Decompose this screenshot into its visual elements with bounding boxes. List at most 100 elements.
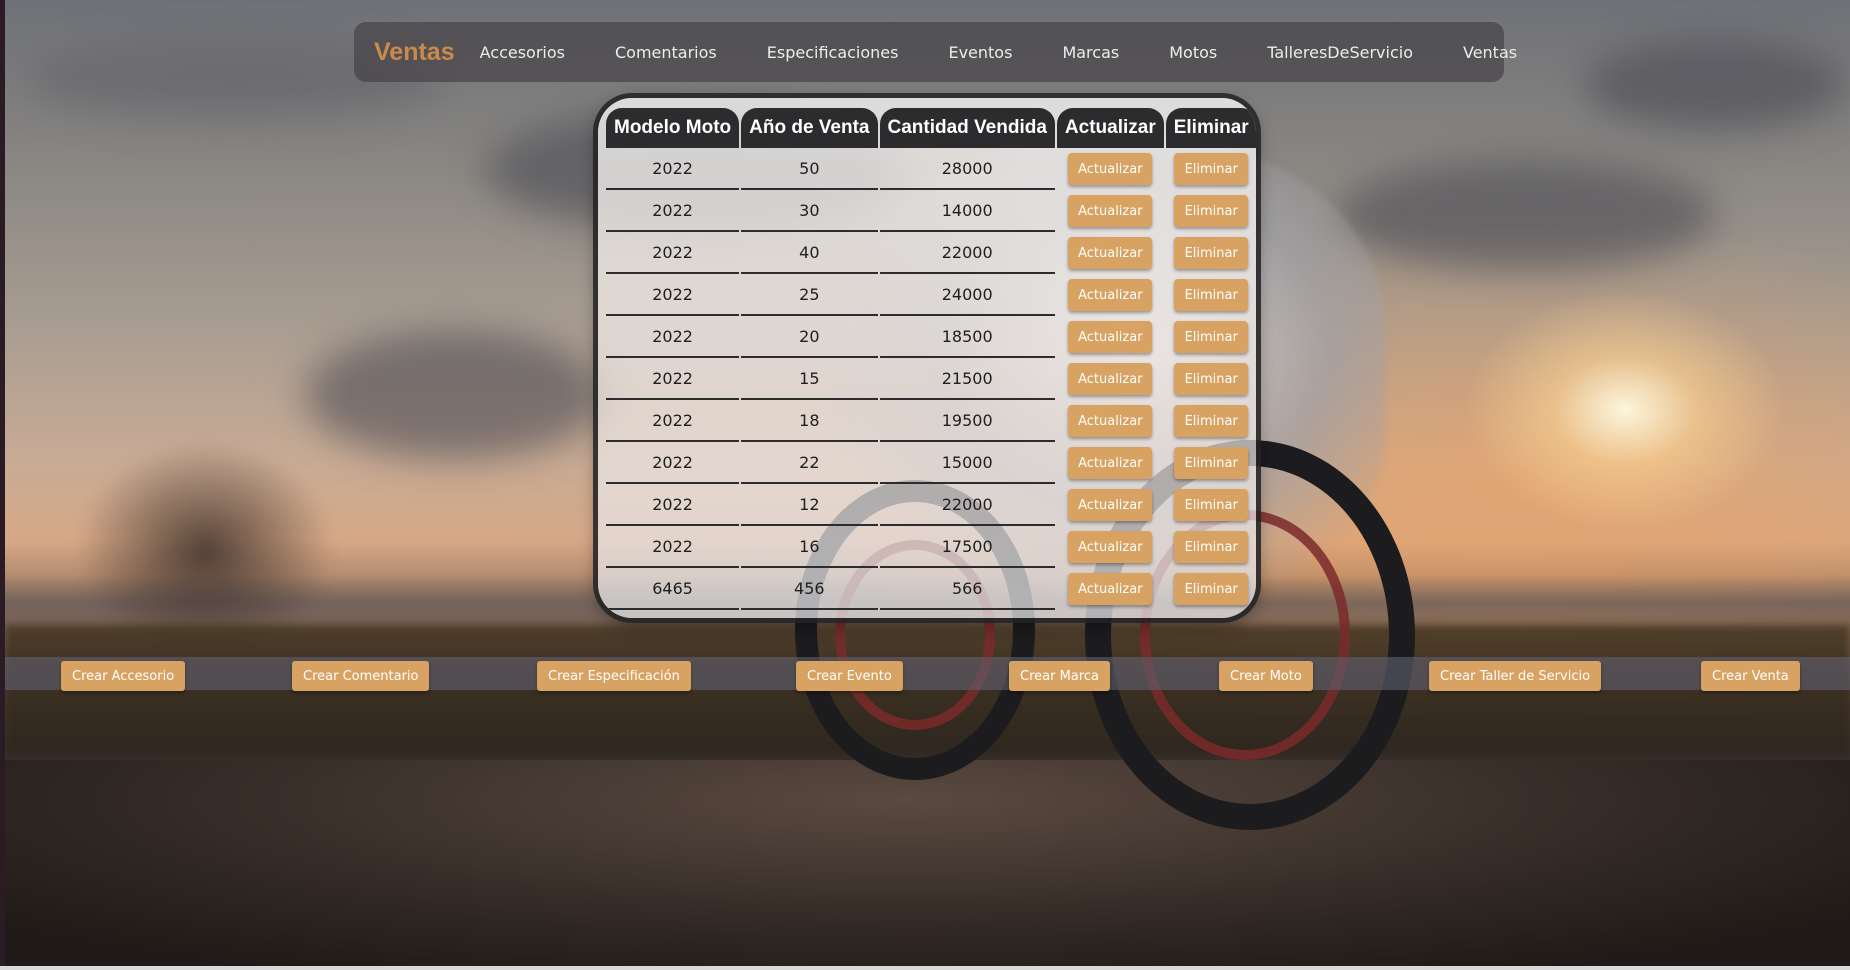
delete-button[interactable]: Eliminar <box>1174 153 1249 185</box>
cell-modelo-moto: 2022 <box>606 484 740 526</box>
delete-button[interactable]: Eliminar <box>1174 321 1249 353</box>
cell-anio-venta: 25 <box>741 274 878 316</box>
delete-button[interactable]: Eliminar <box>1174 531 1249 563</box>
header-eliminar: Eliminar <box>1165 108 1256 148</box>
cell-modelo-moto: 2022 <box>606 400 740 442</box>
nav-link-talleres[interactable]: TalleresDeServicio <box>1267 43 1413 62</box>
nav-link-comentarios[interactable]: Comentarios <box>615 43 717 62</box>
cell-modelo-moto: 2022 <box>606 148 740 190</box>
nav-link-ventas[interactable]: Ventas <box>1463 43 1517 62</box>
sales-table: Modelo Moto Año de Venta Cantidad Vendid… <box>604 108 1256 610</box>
nav-link-marcas[interactable]: Marcas <box>1062 43 1119 62</box>
create-especificacion-button[interactable]: Crear Especificación <box>537 661 691 691</box>
create-taller-button[interactable]: Crear Taller de Servicio <box>1429 661 1602 691</box>
cell-anio-venta: 22 <box>741 442 878 484</box>
create-buttons-bar: Crear Accesorio Crear Comentario Crear E… <box>5 657 1850 691</box>
table-header-row: Modelo Moto Año de Venta Cantidad Vendid… <box>606 108 1256 148</box>
cell-anio-venta: 40 <box>741 232 878 274</box>
cell-modelo-moto: 2022 <box>606 526 740 568</box>
cell-actualizar: Actualizar <box>1057 148 1164 190</box>
cell-modelo-moto: 2022 <box>606 316 740 358</box>
table-row: 2022 30 14000 Actualizar Eliminar <box>606 190 1256 232</box>
cell-cantidad-vendida: 17500 <box>879 526 1055 568</box>
update-button[interactable]: Actualizar <box>1068 321 1153 353</box>
create-moto-button[interactable]: Crear Moto <box>1219 661 1313 691</box>
update-button[interactable]: Actualizar <box>1068 573 1153 605</box>
header-anio-venta: Año de Venta <box>741 108 878 148</box>
cell-actualizar: Actualizar <box>1057 274 1164 316</box>
update-button[interactable]: Actualizar <box>1068 363 1153 395</box>
cell-modelo-moto: 2022 <box>606 190 740 232</box>
nav-link-eventos[interactable]: Eventos <box>948 43 1012 62</box>
cell-cantidad-vendida: 22000 <box>879 232 1055 274</box>
header-cantidad-vendida: Cantidad Vendida <box>879 108 1055 148</box>
create-accesorio-button[interactable]: Crear Accesorio <box>61 661 186 691</box>
cell-anio-venta: 18 <box>741 400 878 442</box>
cell-eliminar: Eliminar <box>1166 148 1256 190</box>
create-venta-button[interactable]: Crear Venta <box>1701 661 1800 691</box>
update-button[interactable]: Actualizar <box>1068 405 1153 437</box>
update-button[interactable]: Actualizar <box>1068 447 1153 479</box>
cell-cantidad-vendida: 19500 <box>879 400 1055 442</box>
cell-modelo-moto: 2022 <box>606 358 740 400</box>
create-marca-button[interactable]: Crear Marca <box>1009 661 1110 691</box>
brand-title[interactable]: Ventas <box>374 38 455 67</box>
top-navbar: Ventas Accesorios Comentarios Especifica… <box>354 22 1517 82</box>
nav-link-motos[interactable]: Motos <box>1169 43 1217 62</box>
cell-actualizar: Actualizar <box>1057 400 1164 442</box>
header-modelo-moto: Modelo Moto <box>606 108 740 148</box>
cell-actualizar: Actualizar <box>1057 358 1164 400</box>
cell-actualizar: Actualizar <box>1057 190 1164 232</box>
update-button[interactable]: Actualizar <box>1068 531 1153 563</box>
table-row: 6465 456 566 Actualizar Eliminar <box>606 568 1256 610</box>
cell-modelo-moto: 2022 <box>606 442 740 484</box>
delete-button[interactable]: Eliminar <box>1174 447 1249 479</box>
cell-eliminar: Eliminar <box>1166 526 1256 568</box>
cell-eliminar: Eliminar <box>1166 568 1256 610</box>
cell-cantidad-vendida: 14000 <box>879 190 1055 232</box>
delete-button[interactable]: Eliminar <box>1174 279 1249 311</box>
update-button[interactable]: Actualizar <box>1068 489 1153 521</box>
cell-actualizar: Actualizar <box>1057 568 1164 610</box>
create-comentario-button[interactable]: Crear Comentario <box>292 661 430 691</box>
cell-actualizar: Actualizar <box>1057 232 1164 274</box>
table-row: 2022 15 21500 Actualizar Eliminar <box>606 358 1256 400</box>
delete-button[interactable]: Eliminar <box>1174 363 1249 395</box>
cell-actualizar: Actualizar <box>1057 526 1164 568</box>
update-button[interactable]: Actualizar <box>1068 153 1153 185</box>
delete-button[interactable]: Eliminar <box>1174 195 1249 227</box>
table-row: 2022 40 22000 Actualizar Eliminar <box>606 232 1256 274</box>
cell-cantidad-vendida: 22000 <box>879 484 1055 526</box>
cell-modelo-moto: 2022 <box>606 274 740 316</box>
delete-button[interactable]: Eliminar <box>1174 405 1249 437</box>
delete-button[interactable]: Eliminar <box>1174 489 1249 521</box>
cell-eliminar: Eliminar <box>1166 190 1256 232</box>
update-button[interactable]: Actualizar <box>1068 279 1153 311</box>
cell-eliminar: Eliminar <box>1166 400 1256 442</box>
update-button[interactable]: Actualizar <box>1068 237 1153 269</box>
cell-eliminar: Eliminar <box>1166 274 1256 316</box>
cell-anio-venta: 15 <box>741 358 878 400</box>
delete-button[interactable]: Eliminar <box>1174 573 1249 605</box>
cell-anio-venta: 456 <box>741 568 878 610</box>
cell-cantidad-vendida: 21500 <box>879 358 1055 400</box>
nav-link-accesorios[interactable]: Accesorios <box>480 43 565 62</box>
table-row: 2022 25 24000 Actualizar Eliminar <box>606 274 1256 316</box>
cell-actualizar: Actualizar <box>1057 484 1164 526</box>
cell-eliminar: Eliminar <box>1166 442 1256 484</box>
table-row: 2022 20 18500 Actualizar Eliminar <box>606 316 1256 358</box>
table-row: 2022 12 22000 Actualizar Eliminar <box>606 484 1256 526</box>
cell-actualizar: Actualizar <box>1057 316 1164 358</box>
nav-link-especificaciones[interactable]: Especificaciones <box>767 43 899 62</box>
cell-anio-venta: 20 <box>741 316 878 358</box>
cell-eliminar: Eliminar <box>1166 316 1256 358</box>
create-evento-button[interactable]: Crear Evento <box>796 661 903 691</box>
table-row: 2022 16 17500 Actualizar Eliminar <box>606 526 1256 568</box>
delete-button[interactable]: Eliminar <box>1174 237 1249 269</box>
cell-eliminar: Eliminar <box>1166 232 1256 274</box>
header-actualizar: Actualizar <box>1056 108 1164 148</box>
cell-cantidad-vendida: 566 <box>879 568 1055 610</box>
cell-anio-venta: 50 <box>741 148 878 190</box>
update-button[interactable]: Actualizar <box>1068 195 1153 227</box>
cell-actualizar: Actualizar <box>1057 442 1164 484</box>
